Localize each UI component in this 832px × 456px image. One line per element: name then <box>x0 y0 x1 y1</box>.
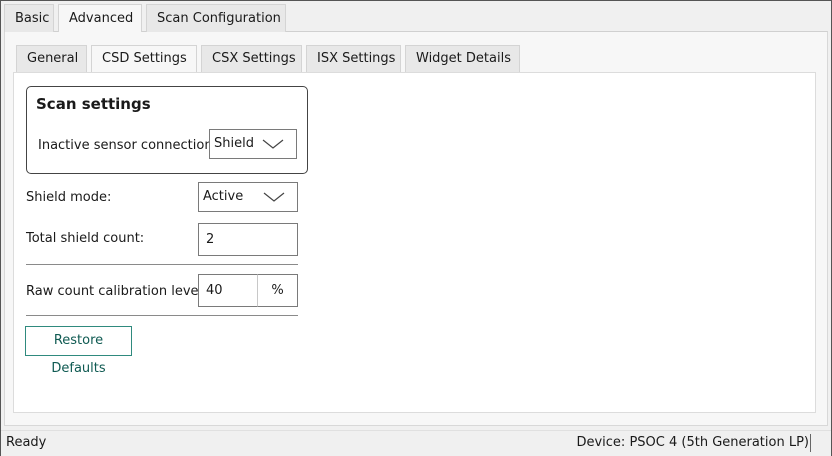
status-bar: Ready Device: PSOC 4 (5th Generation LP) <box>1 430 831 456</box>
inactive-sensor-value: Shield <box>214 136 254 151</box>
shield-mode-label: Shield mode: <box>26 190 112 205</box>
inactive-sensor-dropdown[interactable]: Shield <box>209 129 297 159</box>
sub-tabbar: General CSD Settings CSX Settings ISX Se… <box>16 45 524 72</box>
separator <box>26 315 298 316</box>
inactive-sensor-label: Inactive sensor connection: <box>38 138 217 153</box>
shield-mode-value: Active <box>203 189 244 204</box>
status-divider <box>810 434 811 452</box>
total-shield-count-label: Total shield count: <box>26 231 145 246</box>
raw-count-input[interactable]: 40 <box>198 274 258 307</box>
tab-widget-details[interactable]: Widget Details <box>405 45 520 72</box>
chevron-down-icon <box>262 139 284 149</box>
tab-scan-configuration[interactable]: Scan Configuration <box>146 4 286 32</box>
total-shield-count-input[interactable]: 2 <box>198 223 298 256</box>
tab-basic[interactable]: Basic <box>4 4 54 32</box>
scan-settings-title: Scan settings <box>36 95 151 113</box>
device-info: Device: PSOC 4 (5th Generation LP) <box>576 435 809 450</box>
status-text: Ready <box>6 435 47 450</box>
raw-count-unit: % <box>257 274 298 307</box>
tab-csx-settings[interactable]: CSX Settings <box>201 45 302 72</box>
restore-defaults-button[interactable]: Restore Defaults <box>25 326 132 376</box>
tab-general[interactable]: General <box>16 45 87 72</box>
tab-isx-settings[interactable]: ISX Settings <box>306 45 401 72</box>
tab-advanced[interactable]: Advanced <box>58 4 142 32</box>
tab-csd-settings[interactable]: CSD Settings <box>91 45 197 72</box>
main-tabbar: Basic Advanced Scan Configuration <box>4 4 290 32</box>
chevron-down-icon <box>263 192 285 202</box>
raw-count-label: Raw count calibration level: <box>26 284 207 299</box>
shield-mode-dropdown[interactable]: Active <box>198 182 298 212</box>
separator <box>26 264 298 265</box>
